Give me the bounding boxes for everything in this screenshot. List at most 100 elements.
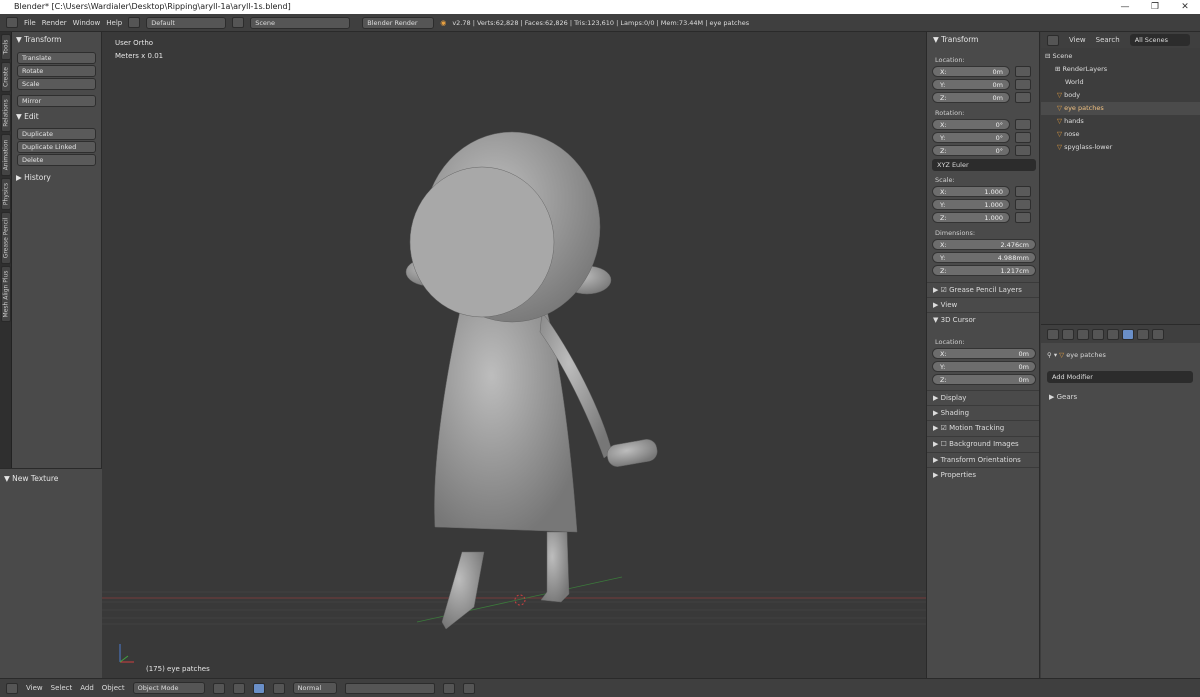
lock-icon[interactable] [1015,79,1031,90]
new-texture-header[interactable]: ▼ New Texture [0,471,102,485]
modifier-tab-icon[interactable] [1122,328,1134,340]
grease-pencil-panel[interactable]: ▶ ☑ Grease Pencil Layers [927,282,1039,297]
outliner-view-menu[interactable]: View [1069,36,1086,44]
scale-button[interactable]: Scale [17,78,96,90]
rotation-mode-select[interactable]: XYZ Euler [932,159,1036,171]
transform-panel-header[interactable]: ▼ Transform [12,32,101,46]
layout-icon[interactable] [128,17,141,28]
world-tab-icon[interactable] [1092,328,1104,340]
menu-render[interactable]: Render [42,19,67,27]
add-modifier-dropdown[interactable]: Add Modifier [1047,371,1193,383]
dimensions-x-field[interactable]: X: 2.476cm [932,239,1036,250]
motion-tracking-panel[interactable]: ▶ ☑ Motion Tracking [927,420,1039,435]
dimensions-z-field[interactable]: Z: 1.217cm [932,265,1036,276]
editor-type-icon[interactable] [6,17,18,28]
cursor-x-field[interactable]: X: 0m [932,348,1036,359]
menu-view[interactable]: View [26,684,43,692]
tab-create[interactable]: Create [1,62,11,92]
lock-icon[interactable] [1015,92,1031,103]
snap-icon[interactable] [442,682,455,694]
lock-icon[interactable] [1015,132,1031,143]
render-icon[interactable] [462,682,475,694]
layer-buttons[interactable] [344,682,435,694]
texture-tab-icon[interactable] [1152,328,1164,340]
display-mode-select[interactable]: All Scenes [1129,34,1190,46]
render-tab-icon[interactable] [1062,328,1074,340]
tab-relations[interactable]: Relations [1,94,11,132]
properties-panel[interactable]: ▶ Properties [927,467,1039,482]
n-transform-header[interactable]: ▼ Transform [927,33,1039,45]
outliner-row-scene[interactable]: ⊟ Scene [1041,50,1200,63]
orientation-select[interactable]: Normal [292,682,337,694]
pivot-point-icon[interactable] [232,682,245,694]
scale-x-field[interactable]: X: 1.000 [932,186,1010,197]
outliner-row-renderlayers[interactable]: ⊞ RenderLayers [1041,63,1200,76]
edit-panel-header[interactable]: ▼ Edit [12,109,101,123]
maximize-button[interactable]: ❐ [1140,0,1170,14]
mirror-button[interactable]: Mirror [17,95,96,107]
minimize-button[interactable]: — [1110,0,1140,14]
transform-orientations-panel[interactable]: ▶ Transform Orientations [927,452,1039,467]
editor-type-icon[interactable] [6,682,18,694]
display-panel[interactable]: ▶ Display [927,390,1039,405]
manipulator-icon[interactable] [252,682,265,694]
outliner-row-world[interactable]: World [1041,76,1200,89]
scale-z-field[interactable]: Z: 1.000 [932,212,1010,223]
translate-manipulator-icon[interactable] [272,682,285,694]
view-panel[interactable]: ▶ View [927,297,1039,312]
outliner-row-eye-patches[interactable]: ▽ eye patches [1041,102,1200,115]
menu-object[interactable]: Object [102,684,125,692]
lock-icon[interactable] [1015,186,1031,197]
outliner-row-spyglass-lower[interactable]: ▽ spyglass-lower [1041,141,1200,154]
object-tab-icon[interactable] [1107,328,1119,340]
menu-window[interactable]: Window [73,19,101,27]
lock-icon[interactable] [1015,145,1031,156]
tab-grease-pencil[interactable]: Grease Pencil [1,212,11,264]
lock-icon[interactable] [1015,199,1031,210]
duplicate-linked-button[interactable]: Duplicate Linked [17,141,96,153]
lock-icon[interactable] [1015,212,1031,223]
3d-cursor-panel[interactable]: ▼ 3D Cursor [927,312,1039,327]
cursor-z-field[interactable]: Z: 0m [932,374,1036,385]
rotation-z-field[interactable]: Z: 0° [932,145,1010,156]
translate-button[interactable]: Translate [17,52,96,64]
rotation-y-field[interactable]: Y: 0° [932,132,1010,143]
3d-viewport[interactable]: User Ortho Meters x 0.01 (175) eye patch… [102,32,926,678]
scale-y-field[interactable]: Y: 1.000 [932,199,1010,210]
scene-select[interactable]: Scene [250,16,351,29]
render-engine-select[interactable]: Blender Render [362,16,435,29]
layout-select[interactable]: Default [146,16,227,29]
tab-tools[interactable]: Tools [1,34,11,60]
lock-icon[interactable] [1015,66,1031,77]
history-panel-header[interactable]: ▶ History [12,170,101,184]
properties-editor-icon[interactable] [1047,328,1059,340]
lock-icon[interactable] [1015,119,1031,130]
menu-file[interactable]: File [24,19,36,27]
outliner-editor-icon[interactable] [1047,34,1059,46]
duplicate-button[interactable]: Duplicate [17,128,96,140]
background-images-panel[interactable]: ▶ ☐ Background Images [927,436,1039,451]
tab-physics[interactable]: Physics [1,178,11,210]
dimensions-y-field[interactable]: Y: 4.988mm [932,252,1036,263]
viewport-shading-icon[interactable] [212,682,225,694]
mode-select[interactable]: Object Mode [132,682,205,694]
location-y-field[interactable]: Y: 0m [932,79,1010,90]
shading-panel[interactable]: ▶ Shading [927,405,1039,420]
rotate-button[interactable]: Rotate [17,65,96,77]
outliner-row-body[interactable]: ▽ body [1041,89,1200,102]
cursor-y-field[interactable]: Y: 0m [932,361,1036,372]
outliner-row-hands[interactable]: ▽ hands [1041,115,1200,128]
tab-mesh-align-plus[interactable]: Mesh Align Plus [1,266,11,322]
outliner-row-nose[interactable]: ▽ nose [1041,128,1200,141]
gears-panel[interactable]: ▶ Gears [1041,387,1200,407]
scene-icon[interactable] [232,17,245,28]
scene-tab-icon[interactable] [1077,328,1089,340]
rotation-x-field[interactable]: X: 0° [932,119,1010,130]
menu-add[interactable]: Add [80,684,94,692]
location-z-field[interactable]: Z: 0m [932,92,1010,103]
menu-select[interactable]: Select [51,684,73,692]
tab-animation[interactable]: Animation [1,134,11,176]
material-tab-icon[interactable] [1137,328,1149,340]
delete-button[interactable]: Delete [17,154,96,166]
menu-help[interactable]: Help [106,19,122,27]
